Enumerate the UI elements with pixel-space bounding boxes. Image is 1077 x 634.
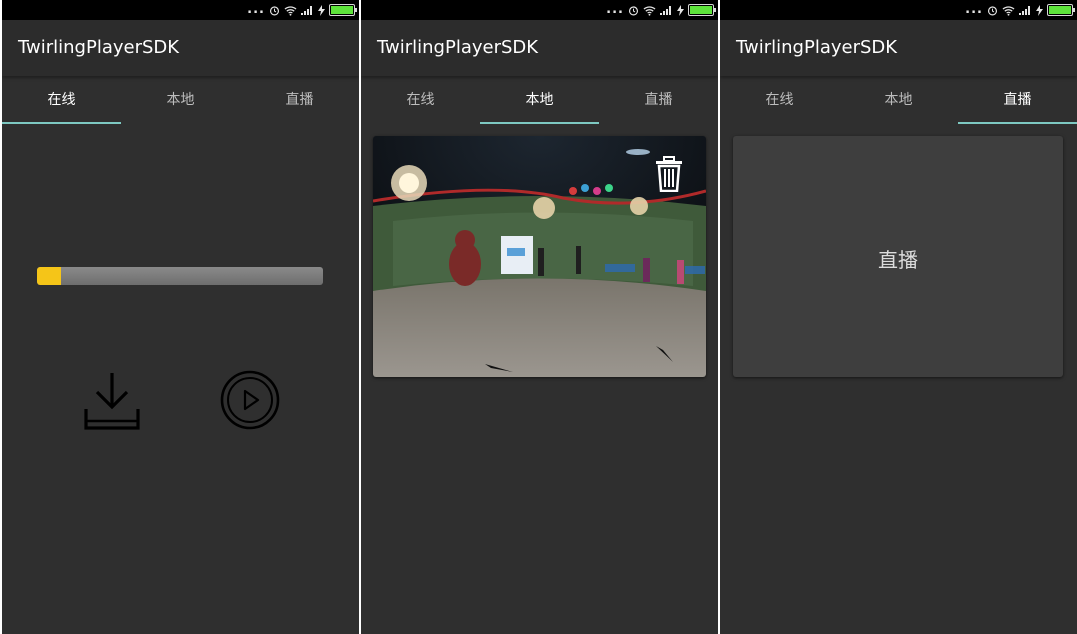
status-dots: ... <box>247 2 265 17</box>
app-bar: TwirlingPlayerSDK <box>361 20 718 76</box>
play-circle-icon[interactable] <box>220 369 280 431</box>
tab-bar: 在线 本地 直播 <box>720 78 1077 124</box>
app-bar: TwirlingPlayerSDK <box>2 20 359 76</box>
screen-online: ... TwirlingPlayerSDK 在线 本地 直播 <box>2 0 359 634</box>
wifi-icon <box>643 5 656 16</box>
alarm-icon <box>987 5 998 15</box>
status-bar: ... <box>361 0 718 20</box>
wifi-icon <box>284 5 297 16</box>
screen-local: ... TwirlingPlayerSDK 在线 本地 直播 <box>361 0 718 634</box>
video-thumbnail[interactable] <box>373 136 706 377</box>
wifi-icon <box>1002 5 1015 16</box>
download-progress-fill <box>37 267 62 285</box>
app-title: TwirlingPlayerSDK <box>736 37 898 58</box>
battery-icon <box>688 4 716 16</box>
tab-live[interactable]: 直播 <box>240 78 359 124</box>
tab-online[interactable]: 在线 <box>720 78 839 124</box>
signal-icon <box>301 6 312 15</box>
tab-live[interactable]: 直播 <box>958 78 1077 124</box>
live-stream-card[interactable]: 直播 <box>733 136 1063 377</box>
status-bar: ... <box>2 0 359 20</box>
battery-icon <box>1047 4 1075 16</box>
status-dots: ... <box>606 2 624 17</box>
tab-bar: 在线 本地 直播 <box>361 78 718 124</box>
app-title: TwirlingPlayerSDK <box>18 37 180 58</box>
charging-icon <box>318 4 325 16</box>
download-progress-bar <box>37 267 323 285</box>
charging-icon <box>677 4 684 16</box>
tab-local[interactable]: 本地 <box>839 78 958 124</box>
screen-live: ... TwirlingPlayerSDK 在线 本地 直播 直播 <box>720 0 1077 634</box>
battery-icon <box>329 4 357 16</box>
charging-icon <box>1036 4 1043 16</box>
tab-bar: 在线 本地 直播 <box>2 78 359 124</box>
status-bar: ... <box>720 0 1077 20</box>
signal-icon <box>1019 6 1030 15</box>
tab-live[interactable]: 直播 <box>599 78 718 124</box>
app-bar: TwirlingPlayerSDK <box>720 20 1077 76</box>
tab-local[interactable]: 本地 <box>121 78 240 124</box>
status-dots: ... <box>965 2 983 17</box>
trash-icon[interactable] <box>654 156 684 192</box>
download-icon[interactable] <box>82 370 142 432</box>
tab-local[interactable]: 本地 <box>480 78 599 124</box>
live-card-label: 直播 <box>878 248 918 272</box>
tab-online[interactable]: 在线 <box>361 78 480 124</box>
signal-icon <box>660 6 671 15</box>
alarm-icon <box>628 5 639 15</box>
tab-online[interactable]: 在线 <box>2 78 121 124</box>
alarm-icon <box>269 5 280 15</box>
app-title: TwirlingPlayerSDK <box>377 37 539 58</box>
